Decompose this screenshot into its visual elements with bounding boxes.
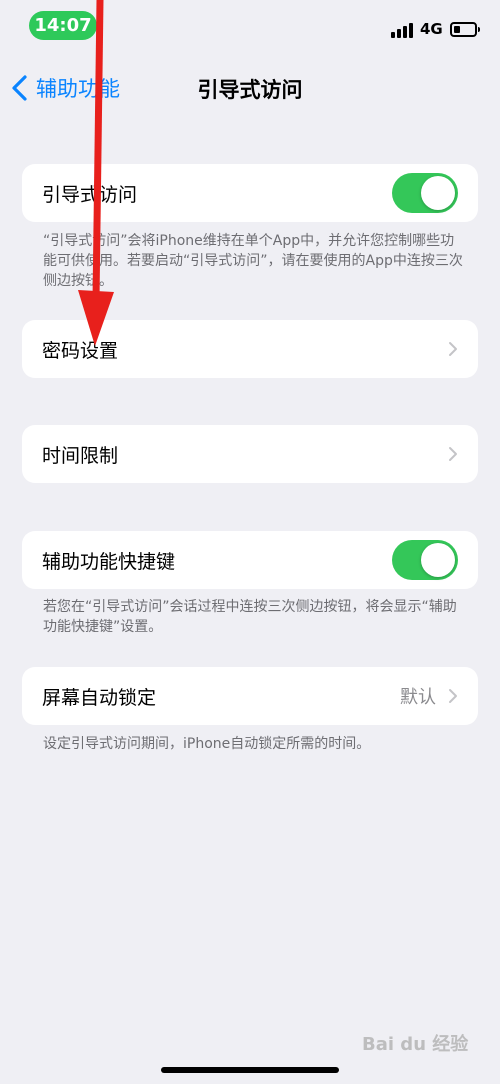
- chevron-right-icon: [449, 689, 457, 703]
- network-label: 4G: [420, 20, 443, 38]
- auto-lock-footnote: 设定引导式访问期间，iPhone自动锁定所需的时间。: [43, 736, 371, 752]
- shortcut-toggle[interactable]: [392, 540, 458, 580]
- red-arrow-annotation: [78, 0, 114, 346]
- time-limits-label: 时间限制: [42, 444, 119, 467]
- battery-icon: [450, 22, 480, 37]
- chevron-right-icon: [449, 447, 457, 461]
- shortcut-group: 辅助功能快捷键: [22, 531, 478, 589]
- auto-lock-value: 默认: [400, 687, 436, 708]
- home-indicator[interactable]: [161, 1067, 339, 1073]
- auto-lock-row[interactable]: 屏幕自动锁定 默认: [22, 667, 478, 725]
- chevron-right-icon: [449, 342, 457, 356]
- time-limits-row[interactable]: 时间限制: [22, 425, 478, 483]
- shortcut-row: 辅助功能快捷键: [22, 531, 478, 589]
- shortcut-label: 辅助功能快捷键: [42, 550, 176, 573]
- signal-icon: [391, 22, 415, 38]
- auto-lock-label: 屏幕自动锁定: [42, 686, 157, 709]
- guided-access-toggle[interactable]: [392, 173, 458, 213]
- auto-lock-group: 屏幕自动锁定 默认: [22, 667, 478, 725]
- time-limits-group: 时间限制: [22, 425, 478, 483]
- shortcut-footnote: 若您在“引导式访问”会话过程中连按三次侧边按钮，将会显示“辅助功能快捷键”设置。: [43, 599, 457, 635]
- watermark-logo: Bai du 经验: [362, 1034, 469, 1055]
